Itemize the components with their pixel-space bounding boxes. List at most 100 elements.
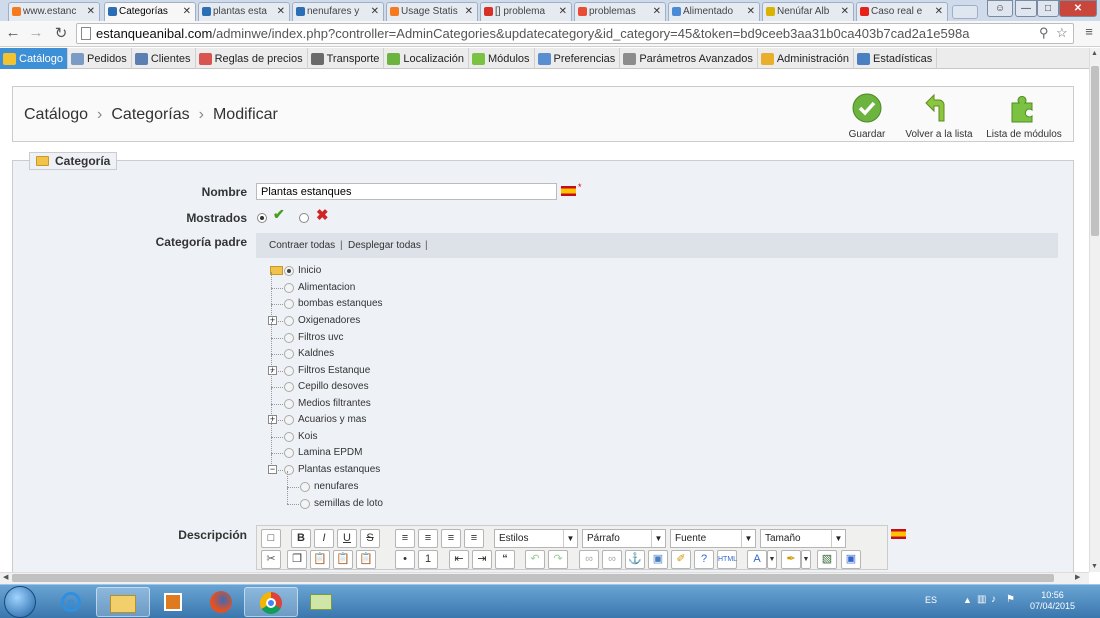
tab-close-icon[interactable]: ✕ bbox=[559, 3, 567, 20]
menu-item[interactable]: Pedidos bbox=[68, 48, 132, 69]
chrome-menu-icon[interactable]: ≡ bbox=[1080, 24, 1098, 39]
browser-tab[interactable]: [] problema ✕ bbox=[480, 2, 572, 21]
tree-radio[interactable] bbox=[284, 465, 294, 475]
tree-radio[interactable] bbox=[284, 349, 294, 359]
forward-arrow-icon[interactable]: → bbox=[27, 24, 45, 41]
reload-icon[interactable]: ↻ bbox=[52, 24, 70, 42]
redo-icon[interactable]: ↷ bbox=[548, 550, 568, 569]
back-to-list-button[interactable]: Volver a la lista bbox=[901, 93, 977, 140]
tree-node[interactable]: semillas de loto bbox=[287, 488, 383, 509]
tree-radio[interactable] bbox=[284, 366, 294, 376]
media-icon[interactable]: ▧ bbox=[817, 550, 837, 569]
windows-start-button[interactable] bbox=[4, 586, 36, 618]
scroll-up-icon[interactable]: ▲ bbox=[1091, 50, 1098, 57]
tree-node[interactable]: Cepillo desoves bbox=[271, 371, 369, 392]
size-select[interactable]: Tamaño ▼ bbox=[760, 529, 846, 548]
fullscreen-icon[interactable]: ▣ bbox=[841, 550, 861, 569]
font-select[interactable]: Fuente ▼ bbox=[670, 529, 756, 548]
url-text[interactable]: estanqueanibal.com/adminwe/index.php?con… bbox=[96, 26, 969, 41]
tab-close-icon[interactable]: ✕ bbox=[371, 3, 379, 20]
text-color-icon[interactable]: A bbox=[747, 550, 767, 569]
media-player-icon[interactable] bbox=[146, 587, 200, 617]
menu-item[interactable]: Localización bbox=[384, 48, 469, 69]
anchor-icon[interactable]: ⚓ bbox=[625, 550, 645, 569]
spain-flag-icon[interactable] bbox=[561, 186, 576, 196]
spain-flag-icon[interactable] bbox=[891, 529, 906, 539]
dropdown-arrow-icon[interactable]: ▼ bbox=[767, 550, 777, 569]
scroll-left-icon[interactable]: ◀ bbox=[3, 573, 8, 581]
network-icon[interactable]: ▥ bbox=[977, 594, 986, 605]
numbered-list-icon[interactable]: 1 bbox=[418, 550, 438, 569]
tree-radio[interactable] bbox=[284, 316, 294, 326]
tree-radio[interactable] bbox=[300, 482, 310, 492]
collapse-icon[interactable]: − bbox=[268, 465, 277, 474]
firefox-icon[interactable] bbox=[194, 587, 248, 617]
tree-node[interactable]: Filtros uvc bbox=[271, 322, 344, 343]
action-center-icon[interactable]: ⚑ bbox=[1006, 594, 1015, 605]
tree-radio[interactable] bbox=[284, 448, 294, 458]
underline-button[interactable]: U bbox=[337, 529, 357, 548]
help-icon[interactable]: ? bbox=[694, 550, 714, 569]
menu-item[interactable]: Clientes bbox=[132, 48, 196, 69]
maximize-button[interactable]: □ bbox=[1037, 0, 1059, 17]
outdent-icon[interactable]: ⇤ bbox=[449, 550, 469, 569]
styles-select[interactable]: Estilos ▼ bbox=[494, 529, 578, 548]
paste-text-icon[interactable]: 📋 bbox=[333, 550, 353, 569]
cleanup-icon[interactable]: ✐ bbox=[671, 550, 691, 569]
expand-icon[interactable]: + bbox=[268, 316, 277, 325]
cut-icon[interactable]: ✂ bbox=[261, 550, 281, 569]
blockquote-icon[interactable]: “ bbox=[495, 550, 515, 569]
taskbar-clock[interactable]: 10:56 07/04/2015 bbox=[1030, 590, 1075, 612]
tree-node[interactable]: + Acuarios y mas bbox=[268, 404, 366, 425]
background-color-icon[interactable]: ✒ bbox=[781, 550, 801, 569]
picture-viewer-icon[interactable] bbox=[294, 587, 348, 617]
tab-close-icon[interactable]: ✕ bbox=[841, 3, 849, 20]
unlink-icon[interactable]: ∞ bbox=[602, 550, 622, 569]
browser-tab[interactable]: plantas esta ✕ bbox=[198, 2, 290, 21]
browser-tab[interactable]: Alimentado ✕ bbox=[668, 2, 760, 21]
html-source-icon[interactable]: HTML bbox=[717, 550, 737, 569]
save-button[interactable]: Guardar bbox=[841, 93, 893, 140]
address-bar[interactable]: estanqueanibal.com/adminwe/index.php?con… bbox=[76, 23, 1074, 44]
show-hidden-icons[interactable]: ▲ bbox=[963, 595, 972, 605]
tree-radio[interactable] bbox=[284, 299, 294, 309]
shown-no-radio[interactable] bbox=[299, 213, 309, 223]
bookmark-star-icon[interactable]: ☆ bbox=[1056, 25, 1068, 41]
tab-close-icon[interactable]: ✕ bbox=[465, 3, 473, 20]
language-indicator[interactable]: ES bbox=[925, 595, 937, 605]
close-window-button[interactable]: ✕ bbox=[1059, 0, 1097, 17]
tab-close-icon[interactable]: ✕ bbox=[653, 3, 661, 20]
align-center-icon[interactable]: ≡ bbox=[418, 529, 438, 548]
file-explorer-icon[interactable] bbox=[96, 587, 150, 617]
tree-node[interactable]: − Plantas estanques bbox=[268, 454, 380, 475]
menu-item[interactable]: Administración bbox=[758, 48, 854, 69]
tree-radio[interactable] bbox=[284, 266, 294, 276]
paste-word-icon[interactable]: 📋 bbox=[356, 550, 376, 569]
chrome-icon[interactable] bbox=[244, 587, 298, 617]
scroll-down-icon[interactable]: ▼ bbox=[1091, 563, 1098, 570]
name-input[interactable] bbox=[256, 183, 557, 200]
expand-icon[interactable]: + bbox=[268, 415, 277, 424]
italic-button[interactable]: I bbox=[314, 529, 334, 548]
tree-radio[interactable] bbox=[284, 432, 294, 442]
paste-icon[interactable]: 📋 bbox=[310, 550, 330, 569]
tree-radio[interactable] bbox=[284, 415, 294, 425]
tree-radio[interactable] bbox=[284, 333, 294, 343]
vertical-scroll-thumb[interactable] bbox=[1091, 66, 1099, 236]
tree-node[interactable]: Inicio bbox=[270, 265, 321, 276]
menu-item[interactable]: Reglas de precios bbox=[196, 48, 308, 69]
tree-node[interactable]: Kois bbox=[271, 421, 317, 442]
menu-item[interactable]: Preferencias bbox=[535, 48, 621, 69]
menu-item[interactable]: Módulos bbox=[469, 48, 535, 69]
back-arrow-icon[interactable]: ← bbox=[4, 24, 22, 41]
tree-radio[interactable] bbox=[300, 499, 310, 509]
browser-tab[interactable]: Caso real e ✕ bbox=[856, 2, 948, 21]
volume-icon[interactable]: ♪ bbox=[991, 594, 996, 605]
tree-node[interactable]: bombas estanques bbox=[271, 288, 383, 309]
tree-node[interactable]: nenufares bbox=[287, 471, 358, 492]
strikethrough-button[interactable]: S bbox=[360, 529, 380, 548]
zoom-icon[interactable]: ⚲ bbox=[1039, 25, 1049, 41]
tab-close-icon[interactable]: ✕ bbox=[935, 3, 943, 20]
browser-tab[interactable]: nenufares y ✕ bbox=[292, 2, 384, 21]
tab-close-icon[interactable]: ✕ bbox=[87, 3, 95, 20]
